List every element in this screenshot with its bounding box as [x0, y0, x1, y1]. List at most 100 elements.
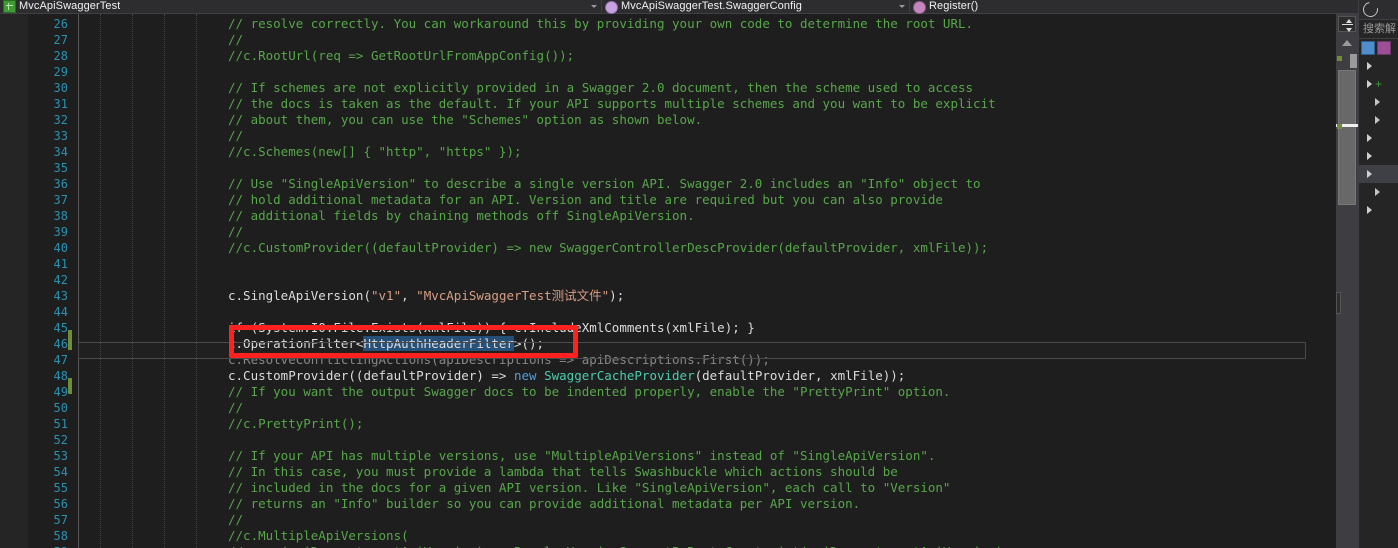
refresh-icon[interactable]: [1360, 0, 1381, 20]
code-token: (defaultProvider, xmlFile));: [694, 368, 906, 383]
indent-guide: [100, 14, 101, 548]
code-token: "v1": [371, 288, 402, 303]
code-line[interactable]: //: [228, 128, 243, 144]
code-token: //c.RootUrl(req => GetRootUrlFromAppConf…: [228, 48, 575, 63]
code-line[interactable]: //c.MultipleApiVersions(: [228, 528, 409, 544]
code-line[interactable]: // In this case, you must provide a lamb…: [228, 464, 898, 480]
solution-explorer-panel[interactable]: 搜索解 +: [1358, 0, 1398, 548]
solution-tree-row[interactable]: [1359, 39, 1398, 57]
chevron-right-icon[interactable]: [1367, 206, 1372, 214]
chevron-right-icon[interactable]: [1367, 80, 1372, 88]
chevron-right-icon[interactable]: [1367, 152, 1372, 160]
solution-explorer-toolbar[interactable]: [1359, 0, 1398, 20]
chevron-right-icon[interactable]: [1367, 170, 1372, 178]
scroll-up-icon[interactable]: [1336, 36, 1358, 50]
code-line[interactable]: c.SingleApiVersion("v1", "MvcApiSwaggerT…: [228, 288, 624, 304]
code-token: if (System.IO.File.Exists(xmlFile)) { c.…: [228, 320, 755, 335]
scrollbar-resize-handle[interactable]: [1336, 292, 1341, 314]
project-dropdown-label: MvcApiSwaggerTest: [19, 0, 121, 12]
code-line[interactable]: // hold additional metadata for an API. …: [228, 192, 943, 208]
code-line[interactable]: // included in the docs for a given API …: [228, 480, 950, 496]
code-token: // hold additional metadata for an API. …: [228, 192, 943, 207]
code-token: );: [609, 288, 625, 303]
chevron-right-icon[interactable]: [1367, 62, 1372, 70]
code-line[interactable]: //: [228, 32, 243, 48]
code-line[interactable]: // If schemes are not explicitly provide…: [228, 80, 973, 96]
code-token: //: [228, 32, 244, 47]
type-dropdown-label: MvcApiSwaggerTest.SwaggerConfig: [621, 0, 803, 12]
code-line[interactable]: //c.Schemes(new[] { "http", "https" });: [228, 144, 522, 160]
code-line[interactable]: //: [228, 512, 243, 528]
code-line[interactable]: //: [228, 400, 243, 416]
scrollbar-annotation-mark: [1350, 54, 1357, 68]
project-dropdown[interactable]: MvcApiSwaggerTest: [0, 0, 602, 14]
code-token: SwaggerCacheProvider: [544, 368, 695, 383]
solution-tree-row[interactable]: [1359, 129, 1398, 147]
code-token: //c.PrettyPrint();: [228, 416, 364, 431]
indicator-margin[interactable]: [0, 14, 28, 548]
code-token: //: [228, 224, 244, 239]
code-line[interactable]: // the docs is taken as the default. If …: [228, 96, 996, 112]
solution-tree-row[interactable]: [1359, 93, 1398, 111]
change-bar: [68, 378, 72, 394]
change-bar: [68, 330, 72, 350]
code-line[interactable]: if (System.IO.File.Exists(xmlFile)) { c.…: [228, 320, 755, 336]
type-dropdown[interactable]: MvcApiSwaggerTest.SwaggerConfig: [602, 0, 910, 14]
code-token: //: [228, 512, 244, 527]
code-token: //c.Schemes(new[] { "http", "https" });: [228, 144, 522, 159]
reference-icon: [1375, 188, 1380, 196]
project-icon: [3, 0, 16, 13]
chevron-down-icon[interactable]: [591, 4, 597, 8]
solution-tree-row[interactable]: [1359, 201, 1398, 219]
code-token: // If you want the output Swagger docs t…: [228, 384, 951, 399]
code-line[interactable]: // about them, you can use the "Schemes"…: [228, 112, 702, 128]
project-node-icon: [1377, 41, 1391, 55]
code-editor[interactable]: 26 27 28 29 30 31 32 33 34 35 36 37 38 39 40 41 42 43 44 45…: [0, 14, 1336, 548]
solution-tree-row[interactable]: [1359, 183, 1398, 201]
reference-icon: [1375, 98, 1380, 106]
code-token: c.SingleApiVersion(: [228, 288, 371, 303]
code-line[interactable]: // returns an "Info" builder so you can …: [228, 496, 860, 512]
change-bar-gutter: [68, 14, 74, 548]
code-token: ,: [401, 288, 417, 303]
code-line[interactable]: c.CustomProvider((defaultProvider) => ne…: [228, 368, 905, 384]
solution-tree-row[interactable]: [1359, 147, 1398, 165]
reference-icon: [1375, 116, 1380, 124]
navigation-bar: MvcApiSwaggerTest MvcApiSwaggerTest.Swag…: [0, 0, 1398, 14]
code-token: // returns an "Info" builder so you can …: [228, 496, 861, 511]
split-view-icon[interactable]: [1338, 16, 1356, 32]
solution-tree-row[interactable]: [1359, 57, 1398, 75]
code-line[interactable]: //: [228, 224, 243, 240]
vertical-scrollbar[interactable]: [1336, 14, 1358, 548]
code-token: //c.MultipleApiVersions(: [228, 528, 409, 543]
code-line[interactable]: //c.RootUrl(req => GetRootUrlFromAppConf…: [228, 48, 574, 64]
solution-icon: [1361, 41, 1375, 55]
code-token: // included in the docs for a given API …: [228, 480, 951, 495]
scrollbar-change-mark: [1337, 124, 1342, 129]
solution-tree-row[interactable]: [1359, 111, 1398, 129]
code-line[interactable]: //c.CustomProvider((defaultProvider) => …: [228, 240, 988, 256]
solution-search-input[interactable]: 搜索解: [1359, 20, 1398, 39]
code-token: // the docs is taken as the default. If …: [228, 96, 996, 111]
code-line[interactable]: //c.PrettyPrint();: [228, 416, 363, 432]
solution-tree-row[interactable]: +: [1359, 75, 1398, 93]
code-line[interactable]: // If your API has multiple versions, us…: [228, 448, 935, 464]
code-line[interactable]: // resolve correctly. You can workaround…: [228, 16, 973, 32]
code-token: c.CustomProvider((defaultProvider) =>: [228, 368, 514, 383]
code-line[interactable]: // If you want the output Swagger docs t…: [228, 384, 950, 400]
add-icon: +: [1375, 77, 1383, 91]
structure-guide: [78, 14, 79, 548]
code-surface[interactable]: // resolve correctly. You can workaround…: [78, 14, 1336, 548]
chevron-right-icon[interactable]: [1367, 134, 1372, 142]
member-dropdown[interactable]: Register(): [910, 0, 1375, 14]
code-line[interactable]: // (apiDesc, targetApiVersion) => Resolv…: [228, 544, 1011, 548]
chevron-down-icon[interactable]: [899, 4, 905, 8]
scrollbar-thumb[interactable]: [1338, 70, 1356, 205]
code-token: // Use "SingleApiVersion" to describe a …: [228, 176, 981, 191]
solution-tree[interactable]: +: [1359, 39, 1398, 219]
scrollbar-change-mark: [1337, 56, 1342, 61]
solution-tree-row[interactable]: [1359, 165, 1398, 183]
code-line[interactable]: // additional fields by chaining methods…: [228, 208, 695, 224]
code-line[interactable]: // Use "SingleApiVersion" to describe a …: [228, 176, 981, 192]
